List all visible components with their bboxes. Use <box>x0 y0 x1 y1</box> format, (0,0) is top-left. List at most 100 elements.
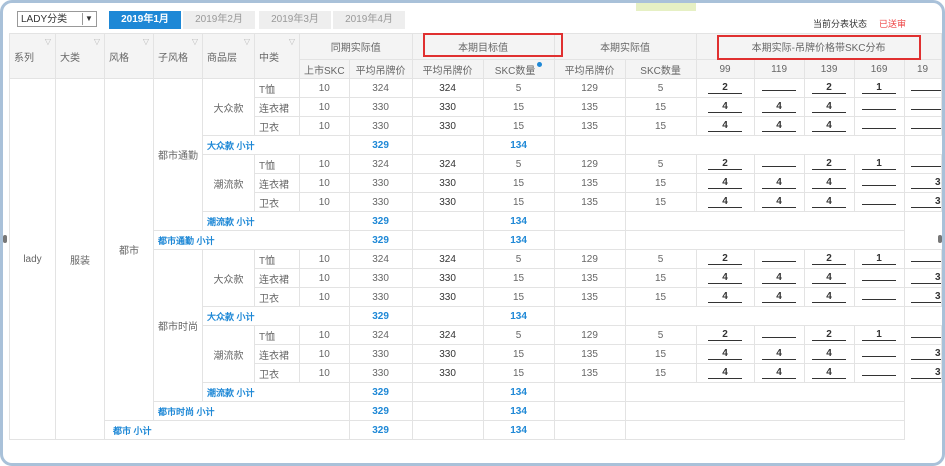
price-band-input[interactable]: 3 <box>910 367 941 379</box>
price-band-input[interactable]: 4 <box>762 348 797 360</box>
price-band-input-cell[interactable]: 4 <box>753 97 805 117</box>
price-band-input-cell[interactable] <box>853 173 905 193</box>
chevron-down-icon[interactable]: ▽ <box>289 37 295 46</box>
price-band-input-cell[interactable]: 1 <box>853 325 905 345</box>
price-band-input-cell[interactable]: 4 <box>803 287 855 307</box>
price-band-input-cell[interactable] <box>853 363 905 383</box>
price-band-input-cell[interactable] <box>903 97 942 117</box>
column-header-dim[interactable]: 风格 ▽ <box>104 33 154 79</box>
price-band-input[interactable]: 3 <box>910 272 941 284</box>
price-band-input[interactable]: 2 <box>812 329 847 341</box>
scroll-handle-right[interactable] <box>938 235 942 243</box>
price-band-input-cell[interactable] <box>903 249 942 269</box>
price-band-input-cell[interactable]: 3 <box>903 363 942 383</box>
price-band-input[interactable] <box>910 108 941 110</box>
price-band-input[interactable] <box>910 127 941 129</box>
price-band-input[interactable]: 4 <box>762 196 797 208</box>
price-band-input[interactable] <box>910 89 941 91</box>
price-band-input-cell[interactable] <box>853 344 905 364</box>
price-band-input-cell[interactable]: 3 <box>903 173 942 193</box>
chevron-down-icon[interactable]: ▽ <box>94 37 100 46</box>
price-band-input[interactable]: 4 <box>812 196 847 208</box>
price-band-input-cell[interactable]: 3 <box>903 344 942 364</box>
price-band-input[interactable] <box>862 203 897 205</box>
price-band-input[interactable] <box>862 279 897 281</box>
scroll-handle-left[interactable] <box>3 235 7 243</box>
price-band-input-cell[interactable]: 4 <box>803 116 855 136</box>
price-band-input[interactable]: 4 <box>762 101 797 113</box>
column-header-dim[interactable]: 子风格 ▽ <box>153 33 203 79</box>
price-band-input[interactable]: 4 <box>762 367 797 379</box>
price-band-input-cell[interactable]: 1 <box>853 78 905 98</box>
price-band-input[interactable]: 4 <box>812 272 847 284</box>
price-band-input[interactable]: 2 <box>812 158 847 170</box>
price-band-input[interactable]: 4 <box>708 291 743 303</box>
price-band-input-cell[interactable]: 2 <box>695 249 755 269</box>
column-header-dim[interactable]: 商品层 ▽ <box>202 33 255 79</box>
column-header-dim[interactable]: 系列 ▽ <box>9 33 56 79</box>
price-band-input-cell[interactable]: 4 <box>753 173 805 193</box>
price-band-input-cell[interactable] <box>903 325 942 345</box>
price-band-input[interactable]: 4 <box>708 272 743 284</box>
price-band-input[interactable]: 4 <box>762 291 797 303</box>
price-band-input-cell[interactable]: 1 <box>853 249 905 269</box>
price-band-input-cell[interactable]: 4 <box>695 268 755 288</box>
price-band-input[interactable]: 2 <box>708 329 743 341</box>
price-band-input[interactable]: 1 <box>862 329 897 341</box>
column-header-dim[interactable]: 大类 ▽ <box>55 33 105 79</box>
tab-month-2[interactable]: 2019年2月 <box>183 11 255 29</box>
price-band-input[interactable]: 4 <box>762 120 797 132</box>
price-band-input-cell[interactable]: 4 <box>803 268 855 288</box>
price-band-input[interactable]: 4 <box>762 177 797 189</box>
price-band-input[interactable]: 2 <box>708 158 743 170</box>
price-band-input-cell[interactable] <box>853 97 905 117</box>
price-band-input-cell[interactable]: 4 <box>753 116 805 136</box>
price-band-input[interactable]: 4 <box>708 348 743 360</box>
price-band-input-cell[interactable]: 1 <box>853 154 905 174</box>
price-band-input[interactable]: 4 <box>708 120 743 132</box>
price-band-input[interactable]: 4 <box>812 367 847 379</box>
price-band-input-cell[interactable] <box>853 268 905 288</box>
chevron-down-icon[interactable]: ▽ <box>244 37 250 46</box>
price-band-input[interactable] <box>762 260 797 262</box>
price-band-input[interactable] <box>910 336 941 338</box>
price-band-input-cell[interactable]: 4 <box>803 363 855 383</box>
price-band-input[interactable] <box>910 165 941 167</box>
price-band-input-cell[interactable]: 4 <box>753 192 805 212</box>
price-band-input[interactable]: 4 <box>708 101 743 113</box>
price-band-input[interactable]: 1 <box>862 82 897 94</box>
price-band-input[interactable]: 3 <box>910 291 941 303</box>
price-band-input-cell[interactable]: 4 <box>753 268 805 288</box>
price-band-input[interactable]: 4 <box>812 177 847 189</box>
price-band-input[interactable]: 3 <box>910 196 941 208</box>
price-band-input[interactable] <box>762 165 797 167</box>
price-band-input-cell[interactable]: 4 <box>695 173 755 193</box>
price-band-input[interactable] <box>862 374 897 376</box>
price-band-input[interactable] <box>862 108 897 110</box>
price-band-input-cell[interactable] <box>853 287 905 307</box>
price-band-input-cell[interactable]: 2 <box>803 249 855 269</box>
price-band-input-cell[interactable]: 2 <box>803 325 855 345</box>
chevron-down-icon[interactable]: ▼ <box>82 13 95 25</box>
price-band-input-cell[interactable]: 4 <box>803 344 855 364</box>
price-band-input[interactable]: 1 <box>862 158 897 170</box>
price-band-input[interactable] <box>862 298 897 300</box>
price-band-input-cell[interactable]: 2 <box>695 154 755 174</box>
price-band-input-cell[interactable] <box>903 78 942 98</box>
price-band-input[interactable] <box>762 89 797 91</box>
price-band-input[interactable] <box>910 260 941 262</box>
price-band-input[interactable]: 3 <box>910 348 941 360</box>
category-select[interactable]: LADY分类 ▼ <box>17 11 97 27</box>
price-band-input[interactable]: 4 <box>812 120 847 132</box>
price-band-input[interactable] <box>762 336 797 338</box>
price-band-input-cell[interactable]: 4 <box>753 363 805 383</box>
price-band-input[interactable]: 3 <box>910 177 941 189</box>
price-band-input-cell[interactable]: 2 <box>695 325 755 345</box>
price-band-input-cell[interactable] <box>853 192 905 212</box>
price-band-input-cell[interactable]: 2 <box>803 154 855 174</box>
tab-month-3[interactable]: 2019年3月 <box>259 11 331 29</box>
price-band-input-cell[interactable] <box>753 325 805 345</box>
tab-month-1[interactable]: 2019年1月 <box>109 11 181 29</box>
price-band-input-cell[interactable] <box>753 249 805 269</box>
price-band-input[interactable]: 2 <box>812 253 847 265</box>
